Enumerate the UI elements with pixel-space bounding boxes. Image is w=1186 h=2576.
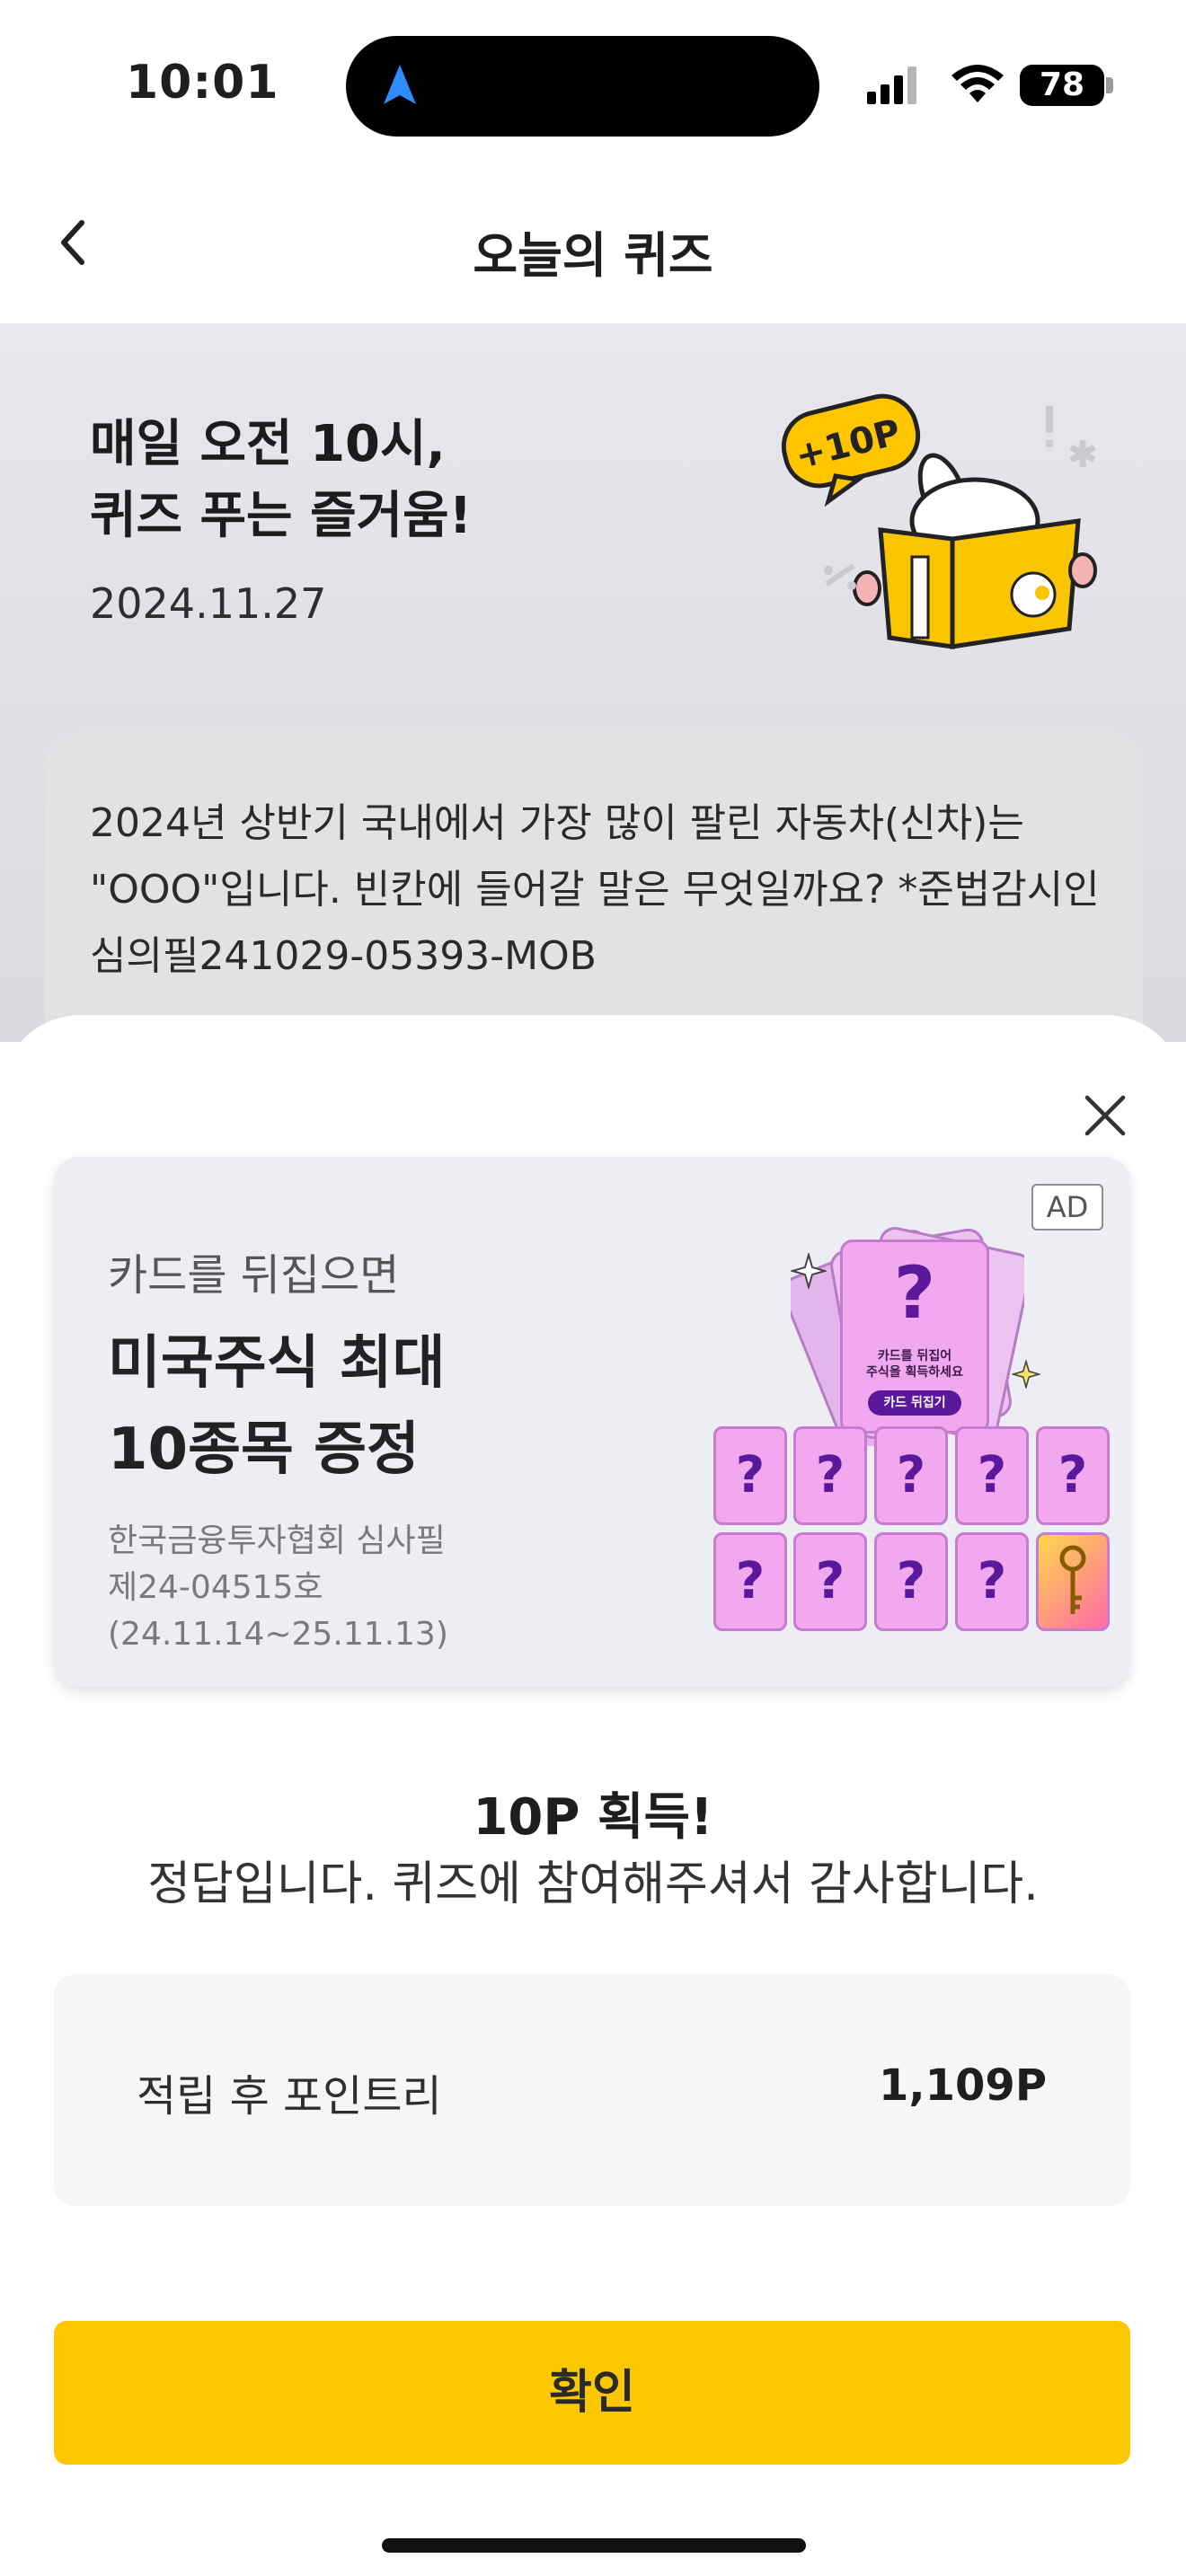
ad-subtitle: 카드를 뒤집으면 (108, 1250, 400, 1301)
banner-date: 2024.11.27 (90, 579, 327, 628)
ad-title: 미국주식 최대 10종목 증정 (108, 1320, 446, 1493)
question-text: 2024년 상반기 국내에서 가장 많이 팔린 자동차(신차)는 "OOO"입니… (90, 800, 1100, 979)
dynamic-island (346, 36, 819, 137)
points-bubble-icon: +10P (781, 393, 921, 507)
key-icon (1059, 1545, 1086, 1614)
card-caption-line2: 주식을 획득하세요 (866, 1365, 963, 1380)
mini-card[interactable]: ? (713, 1532, 787, 1631)
battery-tip (1106, 77, 1113, 93)
sparkle-icon (791, 1253, 827, 1289)
banner-title: 매일 오전 10시, 퀴즈 푸는 즐거움! (90, 409, 472, 552)
card-question-mark: ? (893, 1251, 936, 1335)
card-caption-line1: 카드를 뒤집어 (877, 1349, 952, 1363)
page-title: 오늘의 퀴즈 (473, 227, 713, 284)
mini-card[interactable]: ? (955, 1532, 1029, 1631)
mini-card[interactable]: ? (793, 1426, 867, 1525)
ad-badge: AD (1031, 1184, 1103, 1231)
banner-title-line2: 퀴즈 푸는 즐거움! (90, 487, 473, 545)
ad-legal-notice: 한국금융투자협회 심사필 제24-04515호 (24.11.14~25.11.… (108, 1518, 448, 1658)
ad-legal-line3: (24.11.14~25.11.13) (108, 1616, 448, 1653)
mini-card[interactable]: ? (1036, 1426, 1110, 1525)
cellular-signal-icon (867, 65, 921, 110)
close-icon[interactable] (1078, 1089, 1132, 1142)
ad-legal-line1: 한국금융투자협회 심사필 (108, 1522, 446, 1559)
mini-card[interactable]: ? (793, 1532, 867, 1631)
rabbit-reading-illustration: +10P (781, 393, 1097, 649)
banner-title-line1: 매일 오전 10시, (90, 415, 446, 473)
mini-card[interactable]: ? (874, 1532, 948, 1631)
mini-card[interactable]: ? (955, 1426, 1029, 1525)
confirm-button[interactable]: 확인 (54, 2321, 1130, 2465)
home-indicator (382, 2538, 806, 2553)
points-label: 적립 후 포인트리 (137, 2071, 442, 2122)
reward-title: 10P 획득! (473, 1788, 713, 1847)
battery-icon: 78 (1020, 65, 1104, 106)
navigation-arrow-icon (384, 65, 416, 104)
card-caption: 카드를 뒤집어 주식을 획득하세요 (843, 1348, 987, 1381)
sparkle-icon (1012, 1360, 1040, 1389)
ad-title-line1: 미국주식 최대 (108, 1330, 446, 1397)
mini-card[interactable]: ? (874, 1426, 948, 1525)
wifi-icon (948, 59, 1007, 110)
reward-message: 정답입니다. 퀴즈에 참여해주셔서 감사합니다. (147, 1857, 1039, 1911)
points-value: 1,109P (878, 2060, 1047, 2111)
mini-card[interactable]: ? (713, 1426, 787, 1525)
ad-title-line2: 10종목 증정 (108, 1416, 420, 1483)
status-time: 10:01 (126, 56, 279, 110)
key-card[interactable] (1036, 1532, 1110, 1631)
ad-legal-line2: 제24-04515호 (108, 1569, 323, 1606)
flip-card-button[interactable]: 카드 뒤집기 (868, 1390, 961, 1416)
featured-card[interactable]: ? 카드를 뒤집어 주식을 획득하세요 카드 뒤집기 (840, 1239, 989, 1434)
